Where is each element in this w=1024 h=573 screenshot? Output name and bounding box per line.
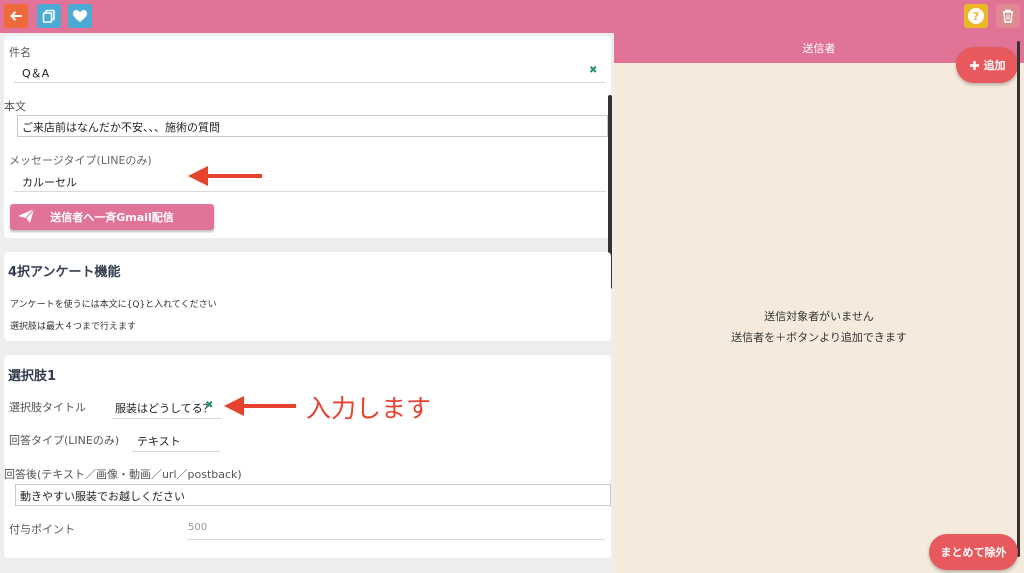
subject-input[interactable]: Q＆A <box>22 65 49 81</box>
survey-title: 4択アンケート機能 <box>8 265 121 280</box>
choice-card: 選択肢1 選択肢タイトル 服装はどうしてる？ ✖ 回答タイプ(LINEのみ) テ… <box>4 355 611 558</box>
survey-card: 4択アンケート機能 アンケートを使うには本文に{Q}と入れてください 選択肢は最… <box>4 252 611 341</box>
choice-title-label: 選択肢タイトル <box>9 401 86 414</box>
answer-type-label: 回答タイプ(LINEのみ) <box>9 434 120 447</box>
after-answer-textarea[interactable]: 動きやすい服装でお越しください <box>15 484 611 506</box>
empty-message-1: 送信対象者がいません <box>764 310 874 323</box>
message-type-underline <box>14 191 606 192</box>
help-glyph: ? <box>972 9 980 23</box>
answer-type-select[interactable]: テキスト <box>137 433 181 449</box>
trash-button[interactable] <box>996 4 1020 28</box>
answer-type-underline <box>132 451 220 452</box>
add-sender-label: 追加 <box>983 59 1006 72</box>
arrow-left-icon <box>10 11 22 21</box>
body-label: 本文 <box>4 100 26 113</box>
copy-icon <box>42 9 55 23</box>
senders-panel: 送信者 追加 送信対象者がいません 送信者を＋ボタンより追加できます まとめて除… <box>614 33 1024 573</box>
choice-title: 選択肢1 <box>8 369 57 384</box>
back-button[interactable] <box>4 4 28 28</box>
gmail-broadcast-button[interactable]: 送信者へ一斉Gmail配信 <box>10 204 214 230</box>
question-icon: ? <box>968 8 984 24</box>
help-button[interactable]: ? <box>964 4 988 28</box>
annotation-arrow-message-type <box>188 166 262 186</box>
annotation-input-text: 入力します <box>306 394 432 423</box>
survey-note-1: アンケートを使うには本文に{Q}と入れてください <box>10 300 217 310</box>
subject-label: 件名 <box>9 46 31 59</box>
message-editor: 件名 Q＆A ✖ 本文 ご来店前はなんだか不安、、、施術の質問 メッセージタイプ… <box>0 33 614 573</box>
empty-message-2: 送信者を＋ボタンより追加できます <box>731 331 907 344</box>
message-type-select[interactable]: カルーセル <box>22 174 77 190</box>
points-input[interactable]: 500 <box>188 522 207 533</box>
subject-underline <box>14 82 606 83</box>
plus-icon <box>969 60 979 70</box>
survey-note-2: 選択肢は最大４つまで行えます <box>10 322 137 332</box>
message-type-label: メッセージタイプ(LINEのみ) <box>9 154 152 167</box>
favorite-button[interactable] <box>68 4 92 28</box>
bulk-remove-button[interactable]: まとめて除外 <box>929 534 1018 570</box>
points-underline <box>187 539 605 540</box>
after-answer-label: 回答後(テキスト／画像・動画／url／postback) <box>4 468 242 481</box>
heart-icon <box>73 10 87 22</box>
choice-title-input[interactable]: 服装はどうしてる？ <box>115 400 214 416</box>
gmail-broadcast-label: 送信者へ一斉Gmail配信 <box>50 211 174 224</box>
clear-subject-icon[interactable]: ✖ <box>589 65 597 76</box>
points-label: 付与ポイント <box>9 523 75 536</box>
choice-title-underline <box>112 418 222 419</box>
add-sender-button[interactable]: 追加 <box>956 47 1018 83</box>
annotation-arrow-choice-title <box>224 396 296 416</box>
copy-button[interactable] <box>37 4 61 28</box>
body-textarea[interactable]: ご来店前はなんだか不安、、、施術の質問 <box>17 115 608 137</box>
right-scrollbar[interactable] <box>1017 41 1020 557</box>
clear-choice-title-icon[interactable]: ✖ <box>205 400 213 411</box>
top-toolbar: ? <box>0 0 1024 33</box>
trash-icon <box>1003 9 1013 23</box>
